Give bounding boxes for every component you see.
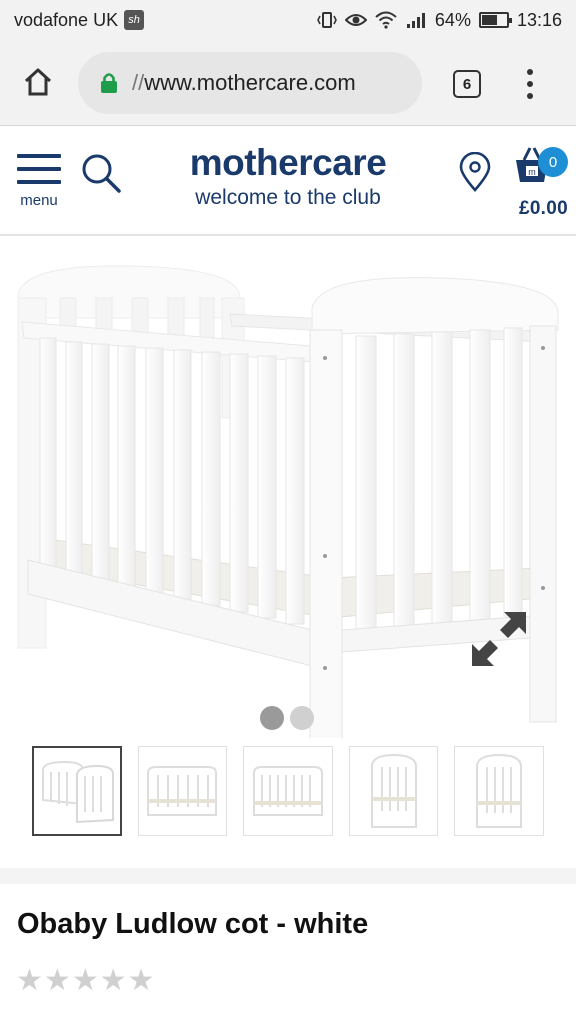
thumbnail-image — [41, 760, 114, 824]
thumbnail-1[interactable] — [32, 746, 122, 836]
star-icon: ★ — [127, 964, 155, 997]
location-pin-icon — [459, 151, 491, 192]
browser-toolbar: //www.mothercare.com 6 — [0, 40, 576, 126]
expand-icon — [472, 612, 526, 666]
wifi-icon — [375, 11, 397, 29]
star-icon: ★ — [71, 964, 99, 997]
address-bar[interactable]: //www.mothercare.com — [78, 52, 422, 114]
hamburger-icon — [17, 154, 61, 184]
thumbnail-image — [253, 766, 323, 816]
url-host: www.mothercare.com — [144, 70, 356, 95]
site-header: menu mothercare welcome to the club m 0 … — [0, 126, 576, 236]
menu-button[interactable]: menu — [16, 154, 62, 214]
thumbnail-image — [147, 766, 218, 816]
thumbnail-3[interactable] — [243, 746, 333, 836]
product-rating[interactable]: ★ ★ ★ ★ ★ — [16, 964, 155, 998]
home-button[interactable] — [18, 62, 58, 102]
basket-count-badge: 0 — [538, 147, 568, 177]
clock: 13:16 — [516, 9, 562, 30]
more-vert-icon[interactable] — [518, 64, 542, 104]
carrier-badge-icon: sh — [124, 10, 145, 30]
status-left: vodafone UK sh — [14, 9, 145, 31]
thumbnail-image — [476, 753, 523, 828]
carousel-dot[interactable] — [260, 706, 284, 730]
battery-level — [481, 15, 497, 25]
star-icon: ★ — [43, 964, 71, 997]
thumbnail-4[interactable] — [348, 746, 439, 836]
logo-wordmark: mothercare — [189, 142, 387, 183]
url-prefix: // — [132, 70, 145, 95]
thumbnail-image — [370, 753, 417, 828]
carousel-dot[interactable] — [290, 706, 314, 730]
vibrate-icon — [317, 11, 337, 29]
svg-text:m: m — [528, 167, 536, 177]
product-title: Obaby Ludlow cot - white — [17, 908, 369, 940]
menu-label: menu — [20, 192, 58, 209]
tabs-button[interactable]: 6 — [453, 70, 481, 98]
section-divider — [0, 868, 576, 884]
store-locator-button[interactable] — [458, 151, 492, 192]
logo-tagline: welcome to the club — [195, 186, 381, 209]
thumbnail-strip — [32, 746, 544, 836]
thumbnail-5[interactable] — [454, 746, 544, 836]
search-icon — [82, 154, 121, 193]
thumbnail-2[interactable] — [137, 746, 228, 836]
lock-icon — [101, 73, 117, 93]
basket-total[interactable]: £0.00 — [498, 198, 568, 220]
product-image-gallery[interactable] — [0, 238, 576, 738]
expand-image-button[interactable] — [468, 608, 530, 670]
site-logo[interactable]: mothercare welcome to the club — [176, 142, 400, 211]
status-right: 64% 13:16 — [317, 10, 562, 31]
star-icon: ★ — [16, 964, 43, 997]
search-button[interactable] — [80, 152, 122, 194]
status-bar: vodafone UK sh 64% 13:16 — [0, 0, 576, 40]
battery-icon — [478, 12, 512, 28]
home-icon — [24, 68, 52, 96]
url-text: //www.mothercare.com — [132, 70, 356, 96]
star-icon: ★ — [99, 964, 127, 997]
battery-percent: 64% — [434, 9, 471, 30]
carousel-dots — [260, 706, 314, 730]
carrier-name: vodafone UK — [14, 9, 119, 30]
tab-count: 6 — [462, 75, 472, 93]
eye-icon — [344, 12, 367, 28]
signal-icon — [405, 11, 427, 29]
